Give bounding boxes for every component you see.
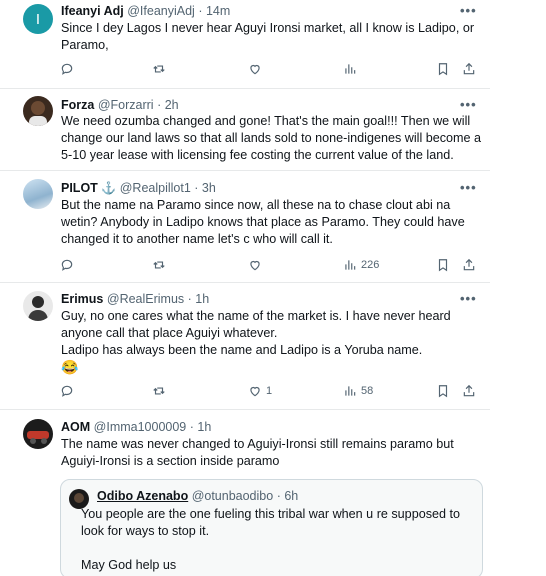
avatar[interactable] [23, 179, 53, 209]
tweet-ifeanyi[interactable]: I Ifeanyi Adj @IfeanyiAdj · 14m ••• Sinc… [0, 0, 546, 88]
more-options-icon[interactable]: ••• [460, 291, 477, 306]
tweet-header: Forza @Forzarri · 2h [61, 98, 179, 112]
like-button[interactable] [248, 62, 262, 76]
like-button[interactable] [248, 258, 262, 272]
tweet-header: Erimus @RealErimus · 1h [61, 292, 209, 306]
quoted-tweet[interactable]: Odibo Azenabo @otunbaodibo · 6h You peop… [60, 479, 483, 576]
heart-icon [250, 386, 260, 397]
views-icon [345, 260, 356, 270]
heart-icon [250, 64, 260, 75]
tweet-header: AOM @Imma1000009 · 1h [61, 420, 211, 434]
avatar[interactable] [23, 96, 53, 126]
quote-author-name[interactable]: Odibo Azenabo [97, 489, 188, 503]
author-name[interactable]: Ifeanyi Adj [61, 4, 124, 18]
tweet-text: The name was never changed to Aguiyi-Iro… [61, 437, 454, 468]
retweet-button[interactable] [152, 258, 166, 272]
bookmark-button[interactable] [436, 258, 450, 272]
avatar-image [29, 101, 47, 126]
tweet-text-line: Guy, no one cares what the name of the m… [61, 309, 451, 340]
bookmark-icon [438, 259, 448, 272]
tweet-text: Guy, no one cares what the name of the m… [61, 308, 481, 376]
views-button[interactable]: 226 [343, 258, 379, 272]
views-icon [345, 64, 356, 74]
share-icon [463, 62, 475, 75]
views-button[interactable]: 58 [343, 384, 373, 398]
timestamp[interactable]: · 14m [198, 4, 230, 18]
tweet-text: We need ozumba changed and gone! That's … [61, 114, 482, 162]
like-button[interactable]: 1 [248, 384, 272, 398]
views-icon [345, 386, 356, 396]
quote-text-line: You people are the one fueling this trib… [81, 507, 461, 538]
author-name[interactable]: Erimus [61, 292, 103, 306]
timestamp[interactable]: · 3h [194, 181, 216, 195]
quote-text: You people are the one fueling this trib… [81, 506, 481, 574]
reply-icon [61, 63, 73, 75]
more-options-icon[interactable]: ••• [460, 180, 477, 195]
tweet-actions: 226 [60, 258, 480, 276]
heart-icon [250, 260, 260, 271]
bookmark-button[interactable] [436, 384, 450, 398]
avatar[interactable]: I [23, 4, 53, 34]
timestamp[interactable]: · 1h [188, 292, 210, 306]
views-count: 226 [361, 259, 380, 271]
retweet-button[interactable] [152, 62, 166, 76]
author-handle[interactable]: @Imma1000009 [94, 420, 187, 434]
reply-icon [61, 385, 73, 397]
avatar[interactable] [23, 419, 53, 449]
author-name[interactable]: PILOT [61, 181, 98, 195]
share-icon [463, 384, 475, 397]
bookmark-button[interactable] [436, 62, 450, 76]
more-options-icon[interactable]: ••• [460, 3, 477, 18]
quote-header: Odibo Azenabo @otunbaodibo · 6h [97, 489, 298, 503]
quote-timestamp[interactable]: · 6h [277, 489, 299, 503]
laughing-emoji: 😂 [61, 359, 79, 375]
share-button[interactable] [462, 258, 476, 272]
tweet-forza[interactable]: Forza @Forzarri · 2h ••• We need ozumba … [0, 89, 546, 170]
quote-text-line: May God help us [81, 558, 177, 572]
author-name[interactable]: AOM [61, 420, 90, 434]
more-options-icon[interactable]: ••• [460, 97, 477, 112]
share-button[interactable] [462, 384, 476, 398]
tweet-text-line: Ladipo has always been the name and Ladi… [61, 343, 423, 357]
share-button[interactable] [462, 62, 476, 76]
avatar[interactable] [23, 291, 53, 321]
views-button[interactable] [343, 62, 357, 76]
tweet-header: Ifeanyi Adj @IfeanyiAdj · 14m [61, 4, 230, 18]
reply-button[interactable] [60, 258, 74, 272]
avatar-image [27, 431, 49, 444]
anchor-icon: ⚓ [101, 181, 117, 195]
views-count: 58 [361, 385, 374, 397]
author-name[interactable]: Forza [61, 98, 94, 112]
share-icon [463, 258, 475, 271]
bookmark-icon [438, 385, 448, 398]
author-handle[interactable]: @IfeanyiAdj [127, 4, 195, 18]
tweet-text: Since I dey Lagos I never hear Aguyi Iro… [61, 21, 475, 52]
retweet-button[interactable] [152, 384, 166, 398]
author-handle[interactable]: @RealErimus [107, 292, 184, 306]
like-count: 1 [266, 385, 273, 397]
tweet-actions: 1 58 [60, 384, 480, 402]
retweet-icon [153, 261, 165, 269]
author-handle[interactable]: @Forzarri [98, 98, 154, 112]
tweet-erimus[interactable]: Erimus @RealErimus · 1h ••• Guy, no one … [0, 283, 546, 405]
reply-icon [61, 259, 73, 271]
retweet-icon [153, 387, 165, 395]
reply-button[interactable] [60, 62, 74, 76]
retweet-icon [153, 65, 165, 73]
tweet-header: PILOT ⚓ @Realpillot1 · 3h [61, 181, 216, 195]
tweet-actions [60, 62, 480, 80]
tweet-pilot[interactable]: PILOT ⚓ @Realpillot1 · 3h ••• But the na… [0, 171, 546, 279]
bookmark-icon [438, 63, 448, 76]
author-handle[interactable]: @Realpillot1 [120, 181, 191, 195]
quote-author-handle[interactable]: @otunbaodibo [192, 489, 274, 503]
avatar-image [28, 296, 48, 321]
timestamp[interactable]: · 2h [157, 98, 179, 112]
tweet-text: But the name na Paramo since now, all th… [61, 198, 465, 246]
reply-button[interactable] [60, 384, 74, 398]
timestamp[interactable]: · 1h [190, 420, 212, 434]
